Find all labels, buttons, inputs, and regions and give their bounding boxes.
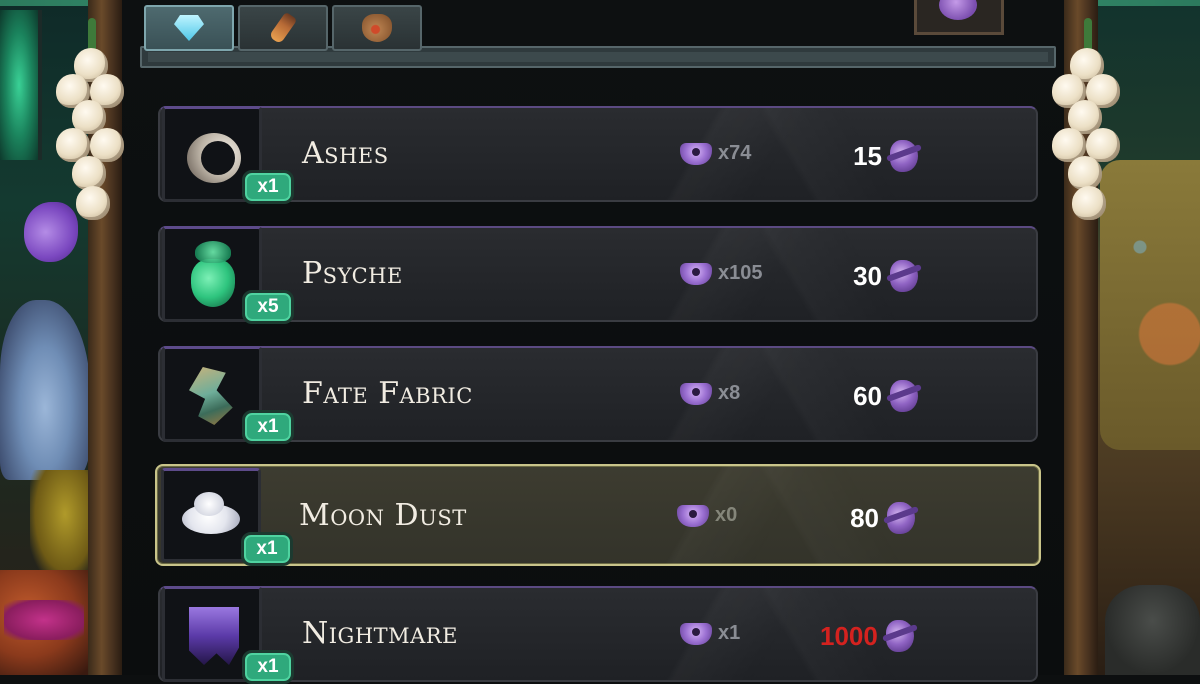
owned-count: x8	[680, 382, 740, 405]
owned-value: x0	[715, 504, 738, 526]
item-price: 15	[852, 136, 924, 176]
item-price: 80	[849, 498, 921, 538]
shop-item-ashes[interactable]: x1 Ashes x74 15	[158, 106, 1038, 204]
currency-icon	[884, 256, 924, 296]
owned-value: x74	[718, 142, 752, 164]
garlic-bulb	[72, 156, 106, 190]
quantity-badge: x5	[242, 290, 294, 324]
item-name: Nightmare	[302, 616, 458, 651]
gem-icon	[174, 15, 204, 41]
shop-item-moon-dust[interactable]: x1 Moon Dust x0 80	[155, 464, 1041, 566]
owned-icon	[680, 382, 712, 405]
item-price: 60	[852, 376, 924, 416]
garlic-bulb	[1072, 186, 1106, 220]
owned-icon	[677, 504, 709, 527]
garlic-bulb	[76, 186, 110, 220]
ashes-icon	[177, 119, 247, 189]
tab-pouches[interactable]	[332, 5, 422, 51]
bow-decoration	[4, 600, 84, 640]
price-value: 15	[853, 140, 882, 171]
pouch-icon	[362, 14, 392, 42]
category-tabs	[144, 5, 422, 55]
owned-count: x105	[680, 262, 763, 285]
garlic-string-left	[52, 18, 132, 228]
price-value: 80	[850, 502, 879, 533]
owned-icon	[680, 622, 712, 645]
moon-dust-icon	[176, 480, 246, 550]
item-name: Moon Dust	[299, 498, 467, 533]
item-name: Psyche	[302, 256, 403, 291]
item-price: 1000	[820, 616, 920, 656]
owned-count: x74	[680, 142, 751, 165]
fate-fabric-icon	[177, 359, 247, 429]
tab-consumables[interactable]	[238, 5, 328, 51]
quantity-badge: x1	[242, 410, 294, 444]
shop-item-fate-fabric[interactable]: x1 Fate Fabric x8 60	[158, 346, 1038, 444]
owned-value: x8	[718, 382, 741, 404]
owned-count: x0	[677, 504, 737, 527]
quantity-badge: x1	[242, 170, 294, 204]
owned-icon	[680, 262, 712, 285]
currency-icon	[881, 498, 921, 538]
currency-icon	[884, 376, 924, 416]
owned-count: x1	[680, 622, 740, 645]
garlic-bulb	[1068, 156, 1102, 190]
price-value: 60	[853, 380, 882, 411]
owned-value: x1	[718, 622, 741, 644]
shop-panel	[120, 0, 1064, 675]
quantity-badge: x1	[242, 650, 294, 684]
shop-item-psyche[interactable]: x5 Psyche x105 30	[158, 226, 1038, 324]
currency-display-frame	[914, 0, 1004, 35]
owned-icon	[680, 142, 712, 165]
owned-value: x105	[718, 262, 763, 284]
sacks-decoration	[0, 300, 90, 480]
nightmare-icon	[177, 599, 247, 669]
quantity-badge: x1	[241, 532, 293, 566]
shop-item-nightmare[interactable]: x1 Nightmare x1 1000	[158, 586, 1038, 684]
currency-icon	[884, 136, 924, 176]
pot-decoration	[1105, 585, 1200, 675]
orb-icon	[939, 0, 977, 20]
item-name: Ashes	[302, 136, 389, 171]
price-value: 30	[853, 260, 882, 291]
lantern-decoration	[0, 10, 42, 160]
item-price: 30	[852, 256, 924, 296]
garlic-string-right	[1048, 18, 1128, 228]
bottle-icon	[268, 11, 298, 45]
price-value: 1000	[820, 620, 878, 651]
tab-gems[interactable]	[144, 5, 234, 51]
currency-icon	[880, 616, 920, 656]
item-name: Fate Fabric	[302, 376, 473, 411]
psyche-icon	[177, 239, 247, 309]
